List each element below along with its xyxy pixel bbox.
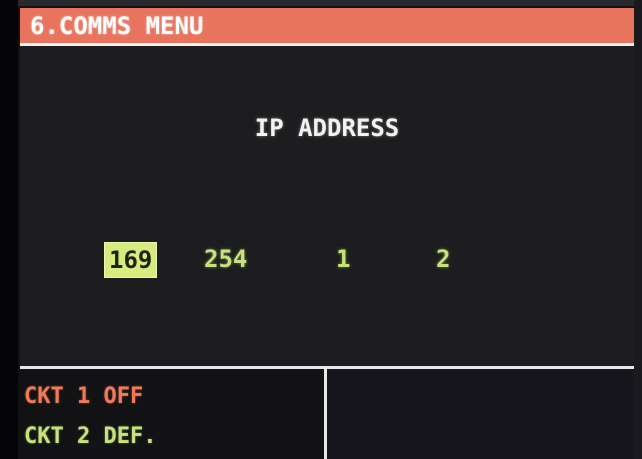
circuit-1-status: CKT 1 OFF (24, 384, 144, 409)
menu-title-bar: 6.COMMS MENU (20, 8, 634, 46)
ip-octet-1[interactable]: 169 (104, 242, 158, 278)
ip-octet-3[interactable]: 1 (336, 242, 350, 276)
menu-title: 6.COMMS MENU (30, 12, 204, 40)
ip-octet-4[interactable]: 2 (436, 242, 450, 276)
screen-bezel-right (634, 0, 642, 459)
screen-bezel-left (0, 0, 18, 459)
ip-address-panel: IP ADDRESS 169 254 1 2 (20, 46, 634, 366)
ip-address-heading: IP ADDRESS (254, 114, 400, 142)
ip-address-field: 169 254 1 2 (20, 242, 634, 278)
circuit-2-status: CKT 2 DEF. (24, 424, 157, 449)
info-panel-empty (327, 369, 634, 459)
ip-octet-2[interactable]: 254 (204, 242, 247, 276)
circuit-status-panel: CKT 1 OFF CKT 2 DEF. (20, 369, 324, 459)
screen-bezel-top (0, 0, 642, 6)
display-screen: 6.COMMS MENU IP ADDRESS 169 254 1 2 CKT … (0, 0, 642, 459)
